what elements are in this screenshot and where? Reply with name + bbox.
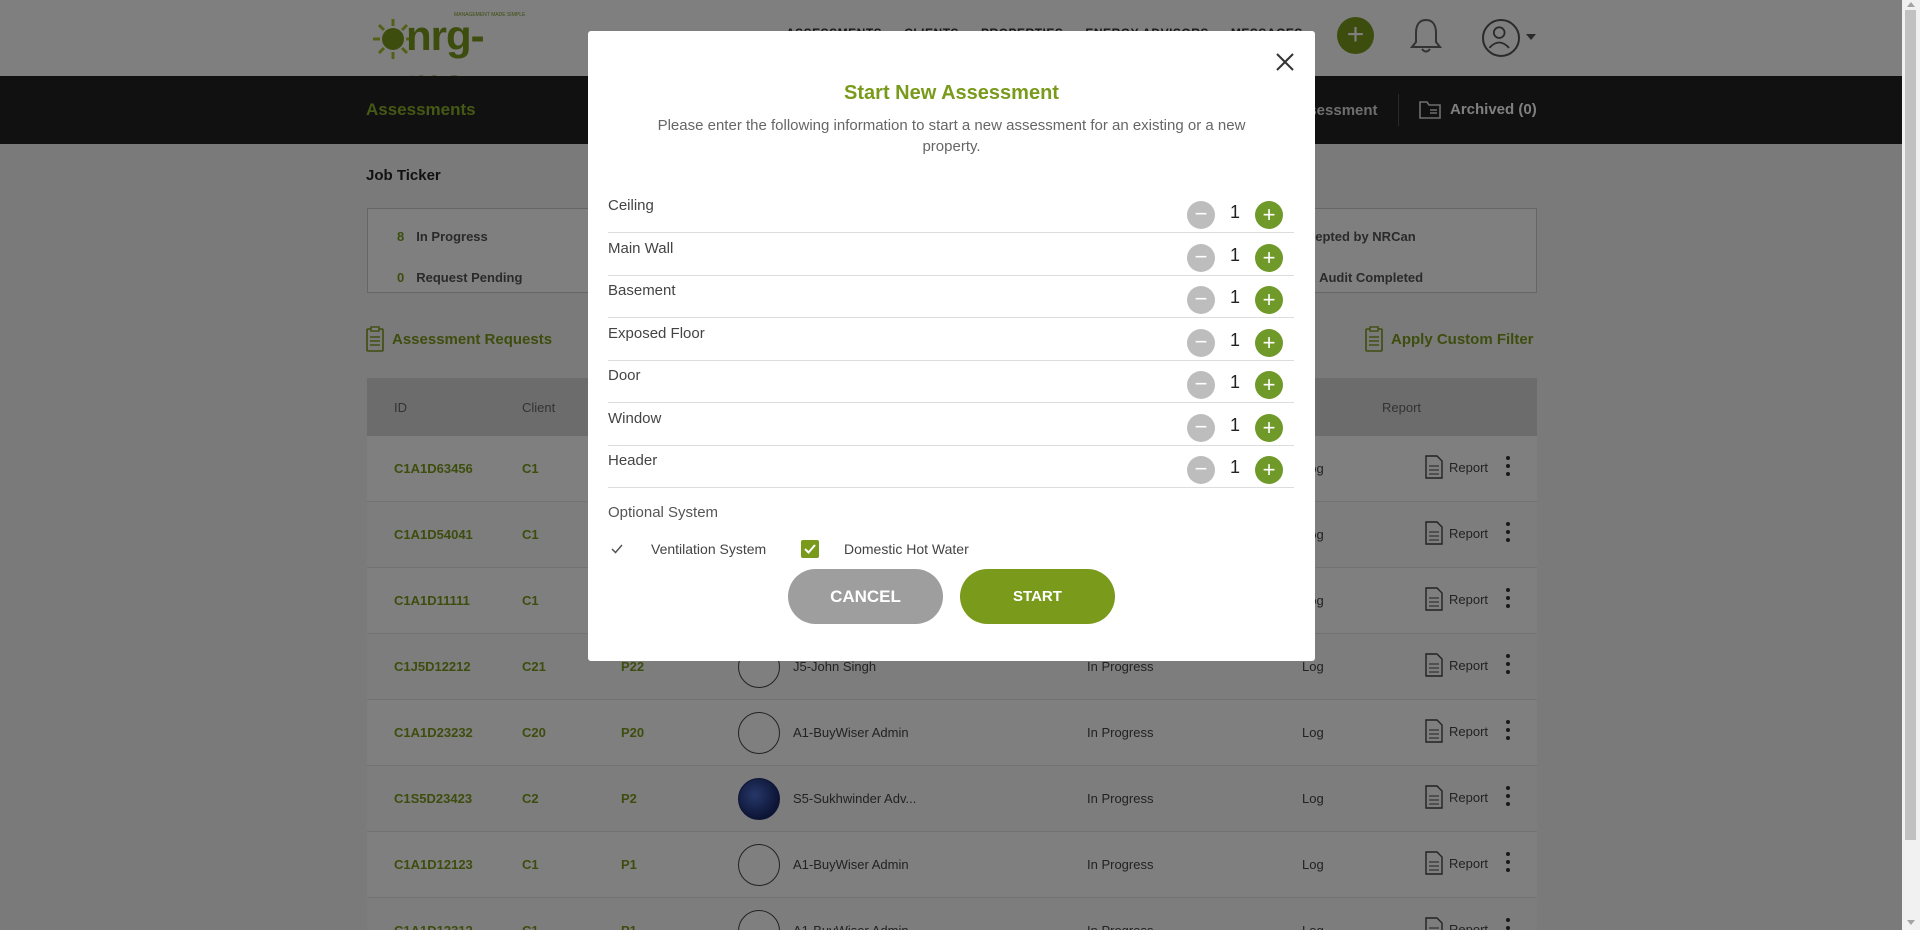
counter-row: Exposed Floor −1 +	[608, 318, 1294, 361]
counter-row: Ceiling −1 +	[608, 190, 1294, 233]
start-button[interactable]: START	[960, 569, 1115, 624]
hot-water-checkbox[interactable]	[801, 540, 819, 558]
decrement-button[interactable]: −	[1187, 413, 1215, 442]
increment-button[interactable]: +	[1255, 328, 1283, 357]
counter-row: Header −1 +	[608, 445, 1294, 488]
ventilation-checkbox[interactable]	[608, 540, 626, 558]
counter-label: Header	[608, 452, 658, 469]
counter-label: Basement	[608, 282, 676, 299]
counter-label: Ceiling	[608, 197, 654, 214]
scrollbar-thumb[interactable]	[1905, 10, 1916, 840]
counter-row: Basement −1 +	[608, 275, 1294, 318]
modal-title: Start New Assessment	[844, 82, 1059, 104]
counter-row: Window −1 +	[608, 403, 1294, 446]
counter-label: Door	[608, 367, 641, 384]
increment-button[interactable]: +	[1255, 243, 1283, 272]
cancel-button[interactable]: CANCEL	[788, 569, 943, 624]
close-icon[interactable]	[1272, 49, 1298, 75]
start-assessment-modal: Start New Assessment Please enter the fo…	[588, 31, 1315, 661]
decrement-button[interactable]: −	[1187, 371, 1215, 399]
decrement-button[interactable]: −	[1187, 286, 1215, 314]
ventilation-label[interactable]: Ventilation System	[651, 541, 766, 557]
counter-label: Main Wall	[608, 239, 674, 257]
optional-system-title: Optional System	[608, 504, 719, 521]
decrement-button[interactable]: −	[1187, 201, 1215, 229]
counter-value: 1	[1229, 244, 1240, 265]
decrement-button[interactable]: −	[1187, 243, 1215, 272]
increment-button[interactable]: +	[1255, 371, 1283, 399]
counter-label: Window	[608, 409, 662, 427]
decrement-button[interactable]: −	[1187, 328, 1215, 357]
counter-row: Main Wall −1 +	[608, 233, 1294, 276]
increment-button[interactable]: +	[1255, 286, 1283, 314]
increment-button[interactable]: +	[1255, 413, 1283, 442]
counter-value: 1	[1229, 329, 1240, 350]
counter-value: 1	[1229, 202, 1240, 222]
counter-value: 1	[1229, 457, 1240, 477]
counter-value: 1	[1229, 414, 1240, 435]
scroll-up-icon[interactable]	[1907, 2, 1915, 7]
counter-label: Exposed Floor	[608, 324, 705, 342]
decrement-button[interactable]: −	[1187, 456, 1215, 484]
hot-water-label[interactable]: Domestic Hot Water	[844, 541, 969, 557]
increment-button[interactable]: +	[1255, 201, 1283, 229]
increment-button[interactable]: +	[1255, 456, 1283, 484]
modal-description: Please enter the following information t…	[657, 117, 1246, 155]
counter-row: Door −1 +	[608, 360, 1294, 403]
counter-value: 1	[1229, 287, 1240, 307]
counter-value: 1	[1229, 372, 1240, 392]
scroll-down-icon[interactable]	[1907, 920, 1915, 925]
